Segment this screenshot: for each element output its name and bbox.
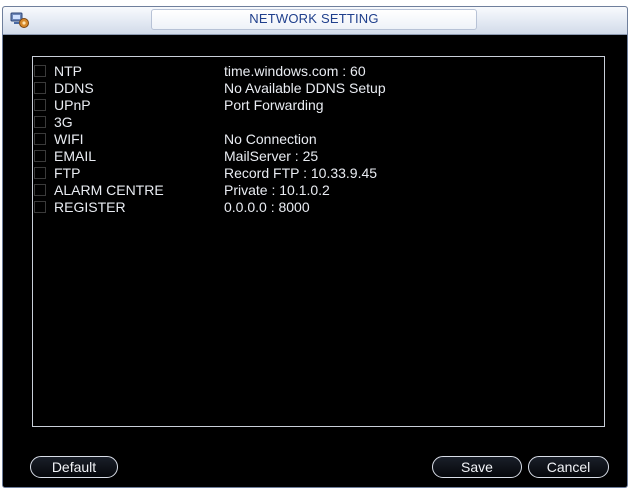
service-value: Private : 10.1.0.2 [224, 182, 330, 198]
network-setting-window: NETWORK SETTING NTP time.windows.com : 6… [2, 6, 628, 488]
service-label: WIFI [54, 131, 84, 147]
register-checkbox[interactable] [34, 201, 46, 213]
service-value: 0.0.0.0 : 8000 [224, 199, 310, 215]
list-item-upnp[interactable]: UPnP Port Forwarding [33, 97, 604, 113]
list-item-alarm-centre[interactable]: ALARM CENTRE Private : 10.1.0.2 [33, 182, 604, 198]
cancel-button[interactable]: Cancel [528, 456, 609, 478]
list-item-email[interactable]: EMAIL MailServer : 25 [33, 148, 604, 164]
list-item-3g[interactable]: 3G [33, 114, 604, 130]
list-item-ftp[interactable]: FTP Record FTP : 10.33.9.45 [33, 165, 604, 181]
list-item-wifi[interactable]: WIFI No Connection [33, 131, 604, 147]
ddns-checkbox[interactable] [34, 82, 46, 94]
service-label: 3G [54, 114, 73, 130]
list-item-register[interactable]: REGISTER 0.0.0.0 : 8000 [33, 199, 604, 215]
page-title: NETWORK SETTING [249, 11, 379, 26]
service-label: EMAIL [54, 148, 97, 164]
service-label: NTP [54, 63, 82, 79]
service-label: FTP [54, 165, 81, 181]
title-bar: NETWORK SETTING [3, 7, 627, 35]
3g-checkbox[interactable] [34, 116, 46, 128]
upnp-checkbox[interactable] [34, 99, 46, 111]
service-label: DDNS [54, 80, 94, 96]
save-button[interactable]: Save [432, 456, 522, 478]
list-item-ntp[interactable]: NTP time.windows.com : 60 [33, 63, 604, 79]
default-button[interactable]: Default [30, 456, 118, 478]
service-label: ALARM CENTRE [54, 182, 164, 198]
list-item-ddns[interactable]: DDNS No Available DDNS Setup [33, 80, 604, 96]
service-label: UPnP [54, 97, 91, 113]
ntp-checkbox[interactable] [34, 65, 46, 77]
service-value: time.windows.com : 60 [224, 63, 366, 79]
service-value: MailServer : 25 [224, 148, 319, 164]
ftp-checkbox[interactable] [34, 167, 46, 179]
wifi-checkbox[interactable] [34, 133, 46, 145]
service-value: No Connection [224, 131, 317, 147]
service-value: No Available DDNS Setup [224, 80, 386, 96]
email-checkbox[interactable] [34, 150, 46, 162]
network-services-list: NTP time.windows.com : 60 DDNS No Availa… [32, 56, 605, 427]
network-settings-icon [10, 10, 30, 30]
alarm-centre-checkbox[interactable] [34, 184, 46, 196]
service-value: Port Forwarding [224, 97, 324, 113]
service-label: REGISTER [54, 199, 126, 215]
service-value: Record FTP : 10.33.9.45 [224, 165, 378, 181]
